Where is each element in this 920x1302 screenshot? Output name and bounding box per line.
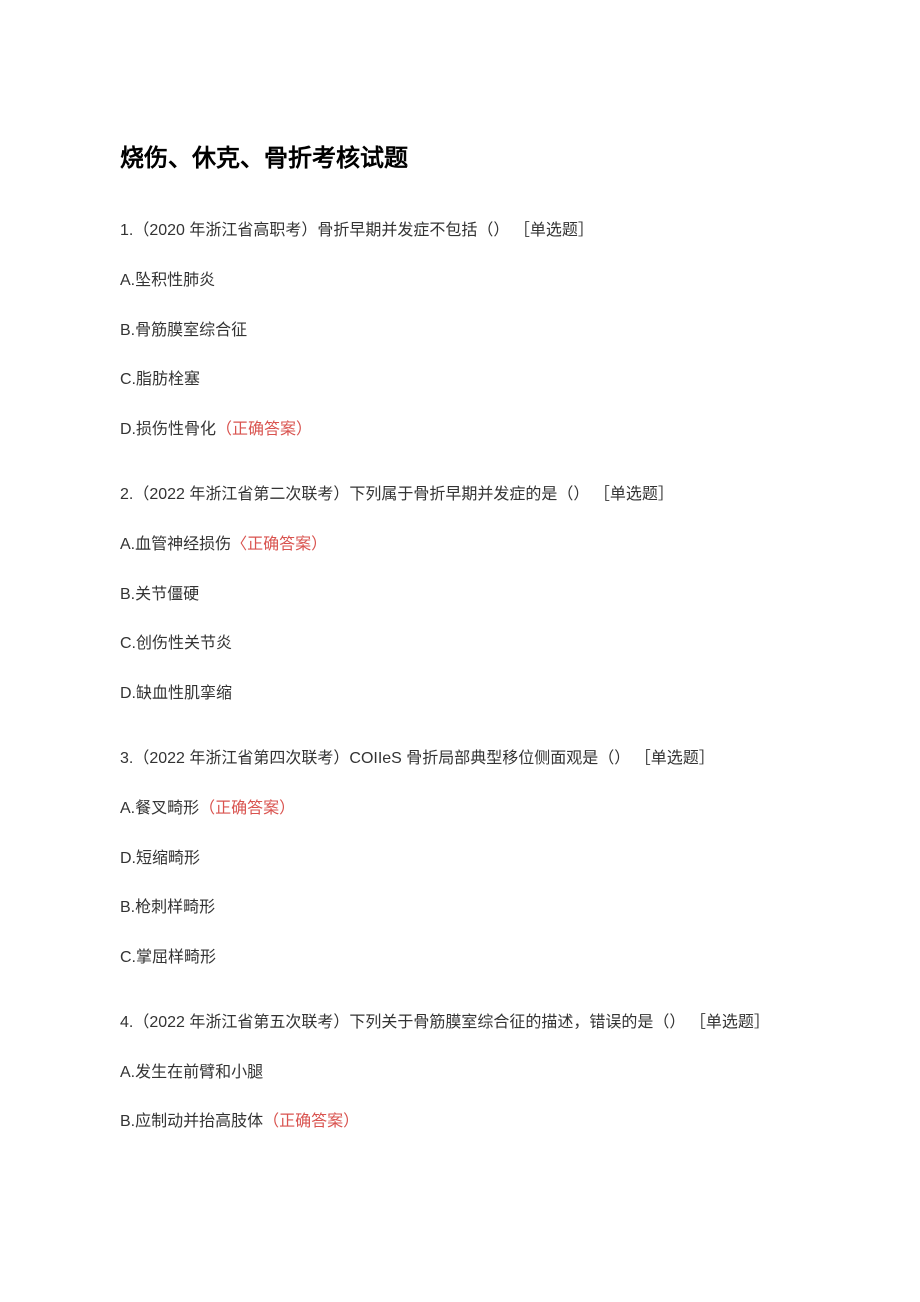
option-label: A.餐叉畸形 [120,800,199,817]
option: C.掌屈样畸形 [120,945,800,971]
question-stem: 2.（2022 年浙江省第二次联考）下列属于骨折早期并发症的是（） ［单选题］ [120,482,800,508]
option: B.骨筋膜室综合征 [120,318,800,344]
option: A.餐叉畸形（正确答案） [120,796,800,822]
option: D.短缩畸形 [120,846,800,872]
option: A.坠积性肺炎 [120,268,800,294]
option-label: D.缺血性肌挛缩 [120,685,232,702]
correct-marker: （正确答案） [216,421,312,438]
option-label: A.发生在前臂和小腿 [120,1064,263,1081]
option-label: C.脂肪栓塞 [120,371,200,388]
option-label: A.血管神经损伤 [120,536,231,553]
option: C.创伤性关节炎 [120,631,800,657]
option-label: A.坠积性肺炎 [120,272,215,289]
option-label: B.骨筋膜室综合征 [120,322,247,339]
option-label: B.关节僵硬 [120,586,199,603]
question-stem: 3.（2022 年浙江省第四次联考）COIIeS 骨折局部典型移位侧面观是（） … [120,746,800,772]
question-block: 3.（2022 年浙江省第四次联考）COIIeS 骨折局部典型移位侧面观是（） … [120,746,800,970]
option: D.缺血性肌挛缩 [120,681,800,707]
option-label: D.损伤性骨化 [120,421,216,438]
option-label: D.短缩畸形 [120,850,200,867]
option: D.损伤性骨化（正确答案） [120,417,800,443]
option-label: C.掌屈样畸形 [120,949,216,966]
option: A.发生在前臂和小腿 [120,1060,800,1086]
question-block: 4.（2022 年浙江省第五次联考）下列关于骨筋膜室综合征的描述，错误的是（） … [120,1010,800,1135]
option: A.血管神经损伤〈正确答案） [120,532,800,558]
questions-container: 1.（2020 年浙江省高职考）骨折早期并发症不包括（） ［单选题］ A.坠积性肺… [120,218,800,1135]
page-title: 烧伤、休克、骨折考核试题 [120,140,800,178]
option-label: B.应制动并抬高肢体 [120,1113,263,1130]
option: B.应制动并抬高肢体（正确答案） [120,1109,800,1135]
option-label: B.枪刺样畸形 [120,899,215,916]
option: B.枪刺样畸形 [120,895,800,921]
question-block: 2.（2022 年浙江省第二次联考）下列属于骨折早期并发症的是（） ［单选题］ A… [120,482,800,706]
correct-marker: 〈正确答案） [231,536,327,553]
question-stem: 1.（2020 年浙江省高职考）骨折早期并发症不包括（） ［单选题］ [120,218,800,244]
question-block: 1.（2020 年浙江省高职考）骨折早期并发症不包括（） ［单选题］ A.坠积性肺… [120,218,800,442]
correct-marker: （正确答案） [199,800,295,817]
option-label: C.创伤性关节炎 [120,635,232,652]
option: C.脂肪栓塞 [120,367,800,393]
option: B.关节僵硬 [120,582,800,608]
correct-marker: （正确答案） [263,1113,359,1130]
question-stem: 4.（2022 年浙江省第五次联考）下列关于骨筋膜室综合征的描述，错误的是（） … [120,1010,800,1036]
